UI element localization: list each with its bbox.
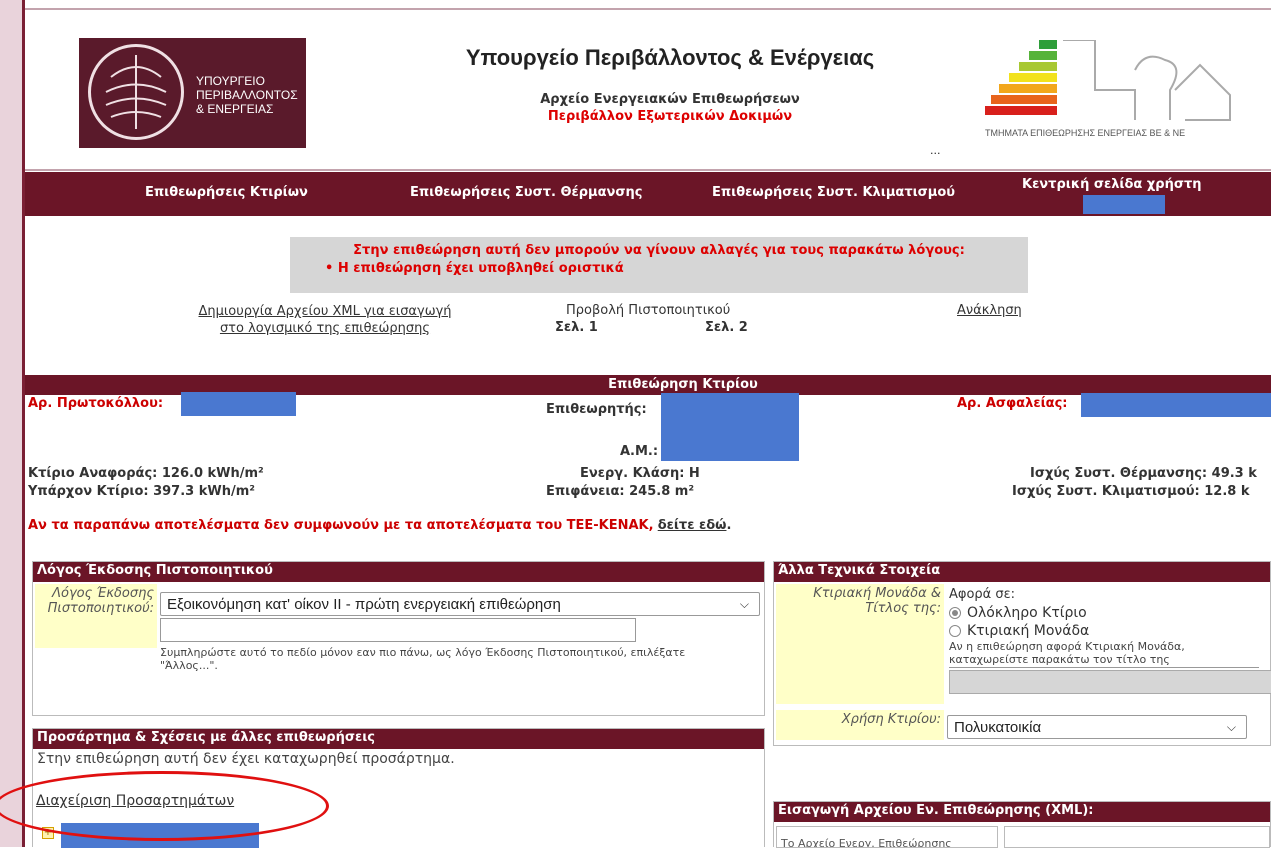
reason-select-value: Εξοικονόμηση κατ' οίκον ΙΙ - πρώτη ενεργ…	[167, 596, 561, 613]
unit-options: Αφορά σε: Ολόκληρο Κτίριο Κτιριακή Μονάδ…	[949, 587, 1271, 694]
mismatch-notice: Αν τα παραπάνω αποτελέσματα δεν συμφωνού…	[28, 518, 731, 533]
unit-label: Κτιριακή Μονάδα & Τίτλος της:	[776, 584, 944, 704]
use-label: Χρήση Κτιρίου:	[776, 710, 944, 740]
department-label: ΤΜΗΜΑΤΑ ΕΠΙΘΕΩΡΗΣΗΣ ΕΝΕΡΓΕΙΑΣ ΒΕ & ΝΕ	[985, 128, 1186, 138]
radio-building-unit-label: Κτιριακή Μονάδα	[967, 623, 1090, 639]
cooling-power: Ισχύς Συστ. Κλιματισμού: 12.8 k	[1012, 484, 1250, 499]
mismatch-text: Αν τα παραπάνω αποτελέσματα δεν συμφωνού…	[28, 518, 654, 533]
nav-user-home[interactable]: Κεντρική σελίδα χρήστη	[1022, 177, 1202, 192]
ministry-logo-text: ΥΠΟΥΡΓΕΙΟ ΠΕΡΙΒΑΛΛΟΝΤΟΣ & ΕΝΕΡΓΕΙΑΣ	[196, 74, 298, 116]
unit-hint: Αν η επιθεώρηση αφορά Κτιριακή Μονάδα, κ…	[949, 640, 1259, 668]
reason-select[interactable]: Εξοικονόμηση κατ' οίκον ΙΙ - πρώτη ενεργ…	[160, 592, 760, 616]
radio-checked-icon	[949, 607, 961, 619]
chevron-down-icon: ⌵	[1226, 720, 1236, 734]
certificate-page2-link[interactable]: Σελ. 2	[705, 320, 748, 335]
protocol-label: Αρ. Πρωτοκόλλου:	[28, 396, 164, 411]
header-top-border	[25, 8, 1271, 10]
redacted-inspector	[661, 393, 799, 461]
redacted-protocol	[181, 392, 296, 416]
concerns-label: Αφορά σε:	[949, 587, 1016, 602]
building-use-select[interactable]: Πολυκατοικία ⌵	[947, 715, 1247, 739]
reason-label: Λόγος Έκδοσης Πιστοποιητικού:	[35, 584, 157, 648]
redacted-insurance	[1081, 393, 1271, 417]
nav-building-inspections[interactable]: Επιθεωρήσεις Κτιρίων	[145, 185, 308, 200]
xml-import-panel: Εισαγωγή Αρχείου Εν. Επιθεώρησης (XML): …	[773, 801, 1271, 848]
energy-class: Ενεργ. Κλάση: Η	[580, 466, 700, 481]
environment-label: Περιβάλλον Εξωτερικών Δοκιμών	[547, 109, 793, 124]
ministry-emblem-icon	[88, 44, 184, 140]
insurance-label: Αρ. Ασφαλείας:	[957, 396, 1068, 411]
am-label: Α.Μ.:	[620, 444, 659, 459]
archive-title: Αρχείο Ενεργειακών Επιθεωρήσεων	[540, 92, 800, 107]
mismatch-period: .	[726, 518, 732, 533]
xml-file-field[interactable]	[1004, 826, 1270, 848]
header-dots: ...	[930, 144, 941, 157]
ministry-title: Υπουργείο Περιβάλλοντος & Ενέργειας	[465, 45, 875, 70]
heating-power: Ισχύς Συστ. Θέρμανσης: 49.3 k	[1030, 466, 1257, 481]
other-reason-input[interactable]	[160, 618, 636, 642]
tech-panel: Άλλα Τεχνικά Στοιχεία Κτιριακή Μονάδα & …	[773, 561, 1271, 746]
building-use-value: Πολυκατοικία	[954, 719, 1042, 736]
attachment-panel-title: Προσάρτημα & Σχέσεις με άλλες επιθεωρήσε…	[33, 729, 764, 749]
reason-panel-title: Λόγος Έκδοσης Πιστοποιητικού	[33, 562, 764, 582]
building-area: Επιφάνεια: 245.8 m²	[546, 484, 695, 499]
reference-building-energy: Κτίριο Αναφοράς: 126.0 kWh/m²	[28, 466, 264, 481]
radio-unchecked-icon	[949, 625, 961, 637]
tech-panel-title: Άλλα Τεχνικά Στοιχεία	[774, 562, 1270, 582]
xml-file-label: Το Αρχείο Ενεργ. Επιθεώρησης	[776, 826, 998, 848]
warning-item: • Η επιθεώρηση έχει υποβληθεί οριστικά	[325, 261, 624, 276]
radio-whole-building-label: Ολόκληρο Κτίριο	[967, 605, 1087, 621]
nav-cooling-inspections[interactable]: Επιθεωρήσεις Συστ. Κλιματισμού	[712, 185, 955, 200]
left-border	[0, 0, 22, 847]
chevron-down-icon: ⌵	[739, 597, 749, 611]
highlight-ellipse	[0, 771, 329, 841]
reason-panel: Λόγος Έκδοσης Πιστοποιητικού Λόγος Έκδοσ…	[32, 561, 765, 716]
revoke-link[interactable]: Ανάκληση	[957, 303, 1022, 318]
left-border-line	[22, 0, 25, 847]
view-certificate-label: Προβολή Πιστοποιητικού	[566, 303, 731, 318]
reason-hint: Συμπληρώστε αυτό το πεδίο μόνον εαν πιο …	[160, 646, 686, 672]
header-bottom-border	[25, 169, 1271, 171]
nav-heating-inspections[interactable]: Επιθεωρήσεις Συστ. Θέρμανσης	[410, 185, 643, 200]
warning-title: Στην επιθεώρηση αυτή δεν μπορούν να γίνο…	[353, 243, 965, 258]
radio-whole-building[interactable]: Ολόκληρο Κτίριο	[949, 605, 1269, 621]
inspector-label: Επιθεωρητής:	[546, 402, 647, 417]
attachment-empty-message: Στην επιθεώρηση αυτή δεν έχει καταχωρηθε…	[37, 751, 455, 767]
xml-import-title: Εισαγωγή Αρχείου Εν. Επιθεώρησης (XML):	[774, 802, 1270, 822]
unit-title-input[interactable]	[949, 670, 1271, 694]
existing-building-energy: Υπάρχον Κτίριο: 397.3 kWh/m²	[28, 484, 255, 499]
certificate-page1-link[interactable]: Σελ. 1	[555, 320, 598, 335]
create-xml-link[interactable]: Δημιουργία Αρχείου XML για εισαγωγή στο …	[195, 303, 455, 337]
redacted-username	[1083, 195, 1165, 214]
radio-building-unit[interactable]: Κτιριακή Μονάδα	[949, 623, 1269, 639]
energy-class-logo	[985, 40, 1255, 130]
mismatch-see-here-link[interactable]: δείτε εδώ	[658, 518, 727, 533]
